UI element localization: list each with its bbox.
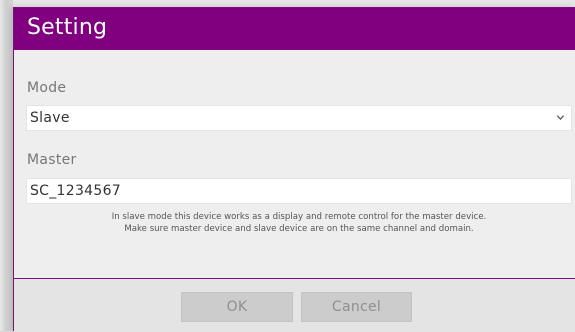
page-backdrop-left	[0, 0, 13, 331]
help-text-line-1: In slave mode this device works as a dis…	[111, 212, 487, 222]
ok-button[interactable]: OK	[181, 292, 293, 322]
dialog-titlebar: Setting	[14, 8, 575, 50]
mode-select[interactable]: Slave	[26, 105, 572, 131]
settings-dialog: Setting Mode Slave Master SC_1234567 In …	[13, 7, 575, 332]
master-input-value: SC_1234567	[30, 183, 122, 199]
help-text-line-2: Make sure master device and slave device…	[124, 224, 474, 234]
slave-mode-help-text: In slave mode this device works as a dis…	[26, 211, 572, 235]
dialog-title: Setting	[27, 15, 108, 40]
chevron-down-icon	[556, 115, 565, 121]
master-input[interactable]: SC_1234567	[26, 178, 572, 204]
cancel-button[interactable]: Cancel	[301, 292, 412, 322]
mode-label: Mode	[27, 80, 67, 96]
dialog-footer: OK Cancel	[14, 279, 575, 332]
mode-select-value: Slave	[30, 110, 70, 126]
master-label: Master	[27, 152, 77, 168]
